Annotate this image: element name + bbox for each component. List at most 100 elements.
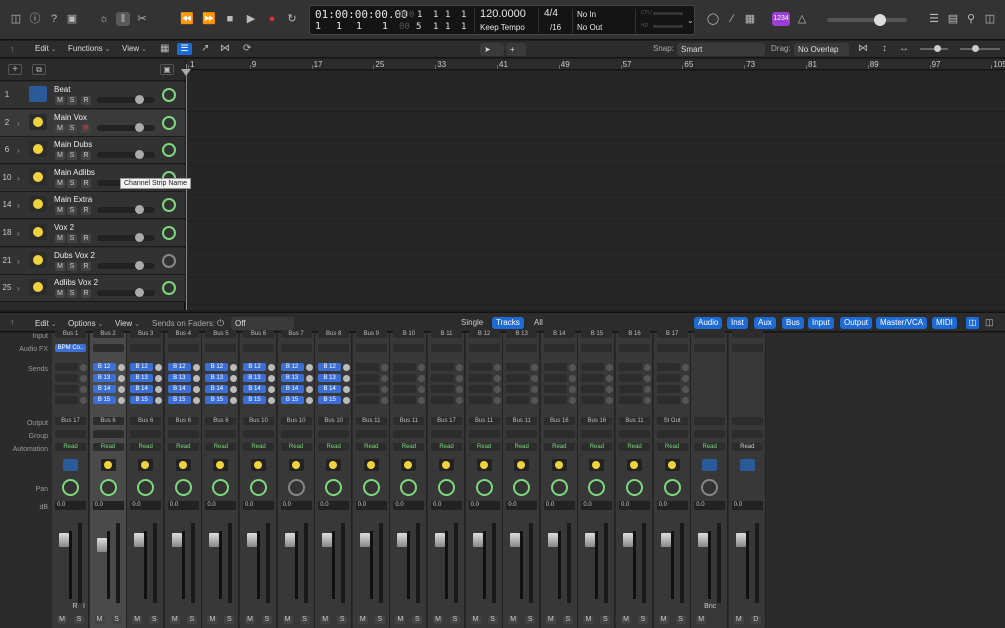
- send-slot[interactable]: [55, 396, 78, 404]
- metronome-icon[interactable]: △: [795, 12, 809, 26]
- input-slot[interactable]: B 16: [619, 330, 650, 338]
- output-slot[interactable]: Bus 6: [130, 417, 162, 425]
- solo-button[interactable]: S: [67, 178, 77, 188]
- send-level-knob[interactable]: [418, 375, 426, 382]
- volume-fader-track[interactable]: [257, 531, 260, 599]
- input-slot[interactable]: [731, 330, 763, 338]
- input-slot[interactable]: Bus 7: [280, 330, 312, 338]
- automation-mode[interactable]: Read: [393, 443, 425, 451]
- volume-fader-cap[interactable]: [247, 533, 257, 547]
- volume-fader-track[interactable]: [745, 531, 749, 599]
- send-slot[interactable]: [393, 363, 417, 371]
- solo-button[interactable]: S: [562, 616, 573, 624]
- send-slot[interactable]: [656, 374, 680, 382]
- audio-fx-slot[interactable]: [656, 344, 688, 352]
- send-level-knob[interactable]: [155, 364, 163, 371]
- solo-button[interactable]: S: [67, 289, 77, 299]
- mute-button[interactable]: M: [55, 151, 65, 161]
- track-name[interactable]: Vox 2: [54, 223, 74, 232]
- pan-knob[interactable]: [588, 479, 606, 496]
- mute-button[interactable]: M: [55, 96, 65, 105]
- channel-strip[interactable]: Bus 7 B 12 B 13 B 14 B 15 Bus 10 Read 0.0 M S: [277, 330, 315, 628]
- group-slot[interactable]: [468, 430, 500, 438]
- send-level-knob[interactable]: [606, 386, 614, 393]
- record-button[interactable]: R: [81, 234, 91, 243]
- solo-button[interactable]: S: [450, 616, 460, 624]
- volume-fader-track[interactable]: [181, 531, 185, 599]
- automation-mode[interactable]: Read: [468, 443, 500, 451]
- group-slot[interactable]: [694, 430, 726, 438]
- view-menu[interactable]: View: [122, 44, 147, 53]
- volume-fader-cap[interactable]: [59, 533, 69, 547]
- record-button[interactable]: R: [81, 289, 91, 299]
- send-slot[interactable]: B 14: [280, 385, 304, 393]
- track-volume-slider[interactable]: [97, 235, 155, 241]
- send-level-knob[interactable]: [568, 364, 576, 371]
- send-slot[interactable]: [55, 385, 78, 393]
- disclosure-chevron-icon[interactable]: ›: [17, 229, 20, 238]
- solo-button[interactable]: S: [487, 616, 498, 624]
- automation-mode[interactable]: Read: [543, 443, 575, 451]
- send-slot[interactable]: [619, 385, 642, 393]
- output-slot[interactable]: [694, 417, 726, 425]
- input-monitor-button[interactable]: I: [79, 603, 89, 611]
- automation-mode[interactable]: Read: [130, 443, 162, 451]
- group-slot[interactable]: [130, 430, 162, 438]
- filter-output-button[interactable]: Output: [840, 317, 873, 329]
- send-level-knob[interactable]: [380, 386, 388, 393]
- send-level-knob[interactable]: [117, 375, 125, 382]
- time-signature[interactable]: 4/4: [544, 8, 558, 19]
- mute-button[interactable]: M: [320, 616, 331, 624]
- send-level-knob[interactable]: [531, 397, 539, 404]
- send-slot[interactable]: [581, 374, 605, 382]
- track-lane[interactable]: [186, 113, 1005, 140]
- track-lane[interactable]: [186, 85, 1005, 112]
- automation-mode[interactable]: Read: [243, 443, 274, 451]
- send-slot[interactable]: B 15: [243, 396, 266, 404]
- mute-button[interactable]: M: [470, 616, 481, 624]
- group-slot[interactable]: [318, 430, 350, 438]
- volume-fader-track[interactable]: [633, 531, 636, 599]
- track-pan-knob[interactable]: [162, 198, 176, 213]
- input-slot[interactable]: B 14: [543, 330, 575, 338]
- pan-knob[interactable]: [137, 479, 155, 496]
- volume-fader-cap[interactable]: [547, 533, 558, 547]
- output-slot[interactable]: St Out: [656, 417, 688, 425]
- send-level-knob[interactable]: [606, 375, 614, 382]
- automation-mode[interactable]: Read: [318, 443, 350, 451]
- send-slot[interactable]: [431, 396, 454, 404]
- automation-mode[interactable]: Read: [619, 443, 650, 451]
- send-level-knob[interactable]: [343, 386, 351, 393]
- send-slot[interactable]: [355, 385, 379, 393]
- send-level-knob[interactable]: [531, 375, 539, 382]
- send-level-knob[interactable]: [80, 397, 87, 404]
- group-slot[interactable]: [355, 430, 387, 438]
- input-slot[interactable]: B 11: [431, 330, 462, 338]
- volume-fader-track[interactable]: [557, 531, 561, 599]
- group-slot[interactable]: [506, 430, 538, 438]
- master-volume-knob[interactable]: [874, 14, 886, 26]
- volume-fader-cap[interactable]: [397, 533, 408, 547]
- drag-select[interactable]: No Overlap: [794, 43, 849, 56]
- send-level-knob[interactable]: [268, 397, 275, 404]
- lcd-display[interactable]: 01:00:00:00.00 000 1 1 1 1 1 1 1 1 00 5 …: [309, 5, 695, 35]
- mute-button[interactable]: M: [207, 616, 218, 624]
- send-slot[interactable]: [393, 374, 417, 382]
- library-icon[interactable]: ◫: [9, 12, 23, 26]
- send-level-knob[interactable]: [380, 375, 388, 382]
- send-level-knob[interactable]: [268, 375, 275, 382]
- mute-button[interactable]: M: [57, 616, 67, 624]
- volume-fader-track[interactable]: [106, 531, 110, 599]
- group-slot[interactable]: [55, 430, 86, 438]
- split-view-icon[interactable]: ◫: [985, 317, 994, 328]
- send-slot[interactable]: [656, 363, 680, 371]
- mute-button[interactable]: M: [733, 616, 744, 624]
- track-pan-knob[interactable]: [162, 115, 176, 130]
- track-volume-knob[interactable]: [135, 260, 144, 270]
- group-slot[interactable]: [205, 430, 237, 438]
- solo-button[interactable]: S: [525, 616, 536, 624]
- send-slot[interactable]: [393, 396, 417, 404]
- mixer-icon[interactable]: ‖: [116, 12, 130, 26]
- send-slot[interactable]: [543, 396, 567, 404]
- solo-button[interactable]: S: [67, 123, 77, 133]
